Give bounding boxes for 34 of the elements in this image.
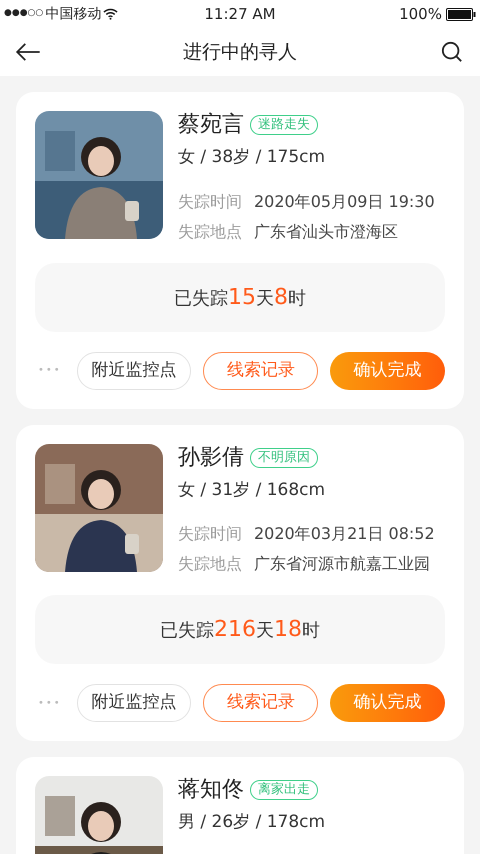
- clues-button[interactable]: 线索记录: [203, 684, 318, 722]
- more-button[interactable]: •••: [35, 696, 65, 710]
- clues-button[interactable]: 线索记录: [203, 352, 318, 390]
- detail-label: 失踪时间: [178, 523, 242, 545]
- reason-tag: 离家出走: [250, 780, 318, 800]
- battery-percent: 100%: [399, 4, 442, 25]
- reason-tag: 迷路走失: [250, 115, 318, 135]
- reason-tag: 不明原因: [250, 448, 318, 468]
- detail-label: 失踪地点: [178, 553, 242, 575]
- signal-strength: ●●●○○: [4, 7, 44, 20]
- monitor-button[interactable]: 附近监控点: [76, 684, 192, 722]
- battery-icon: [446, 8, 476, 20]
- carrier-name: 中国移动: [45, 4, 102, 24]
- missing-duration: 已失踪216天18时: [160, 616, 320, 644]
- monitor-button[interactable]: 附近监控点: [76, 352, 192, 390]
- person-name: 孙影倩: [178, 444, 244, 472]
- clock-time: 11:27 AM: [204, 4, 276, 25]
- detail-value: 2020年03月21日 08:52: [254, 523, 435, 545]
- missing-duration: 已失踪15天8时: [174, 284, 306, 312]
- person-name: 蒋知佟: [178, 776, 244, 804]
- detail-label: 失踪时间: [178, 190, 242, 212]
- page-title: 进行中的寻人: [183, 40, 297, 65]
- person-info: 女 / 31岁 / 168cm: [178, 478, 326, 502]
- more-button[interactable]: •••: [35, 363, 65, 378]
- confirm-button[interactable]: 确认完成: [330, 352, 445, 390]
- wifi-icon: [103, 8, 118, 20]
- detail-label: 失踪地点: [178, 220, 242, 242]
- person-info: 女 / 38岁 / 175cm: [178, 146, 326, 169]
- person-info: 男 / 26岁 / 178cm: [178, 811, 326, 834]
- detail-value: 2020年05月09日 19:30: [254, 190, 435, 212]
- person-name: 蔡宛言: [178, 111, 244, 139]
- confirm-button[interactable]: 确认完成: [330, 684, 445, 722]
- detail-value: 广东省河源市航嘉工业园: [254, 553, 430, 575]
- detail-value: 广东省汕头市澄海区: [254, 220, 398, 242]
